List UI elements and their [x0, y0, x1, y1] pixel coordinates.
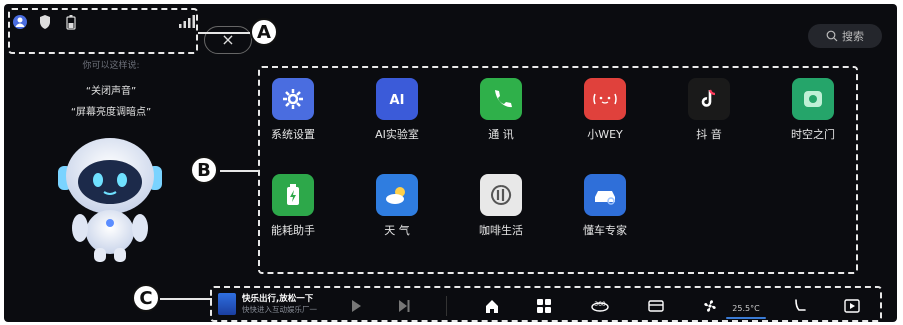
fan-icon — [704, 300, 716, 312]
weather-icon — [376, 174, 418, 216]
next-icon — [399, 300, 410, 312]
car-icon — [584, 174, 626, 216]
search-label: 搜索 — [842, 30, 864, 43]
app-label: 懂车专家 — [583, 224, 627, 237]
seat-icon — [648, 300, 664, 312]
callout-b-leader — [220, 170, 260, 172]
app-tile[interactable]: 抖 音 — [664, 78, 754, 142]
music-subtitle: 快快进入互动娱乐厂一 — [242, 304, 317, 314]
close-button[interactable]: × — [204, 26, 252, 54]
app-label: 咖啡生活 — [479, 224, 523, 237]
gear-icon — [272, 78, 314, 120]
svg-text:AI: AI — [390, 93, 405, 108]
home-button[interactable] — [480, 294, 504, 318]
home-icon — [486, 300, 498, 313]
app-tile[interactable]: 咖啡生活 — [456, 174, 546, 238]
screen-share-icon — [844, 299, 860, 313]
screen-share-button[interactable] — [840, 294, 864, 318]
app-tile[interactable]: 天 气 — [352, 174, 442, 238]
assistant-prompt: 你可以这样说: — [82, 61, 140, 71]
callout-b: B — [190, 156, 218, 184]
seat-heat-icon — [795, 299, 806, 311]
apps-button[interactable] — [532, 294, 556, 318]
temperature-readout[interactable]: 25.5°C — [726, 296, 766, 319]
music-album-icon — [218, 293, 236, 315]
app-label: AI实验室 — [375, 128, 419, 141]
app-label: 通 讯 — [488, 128, 514, 141]
app-label: 系统设置 — [271, 128, 315, 141]
battery-icon — [66, 15, 76, 30]
robot-avatar[interactable] — [50, 128, 170, 263]
status-bar-region — [8, 8, 198, 54]
app-label: 小WEY — [587, 128, 623, 141]
coffee-icon — [480, 174, 522, 216]
door-icon — [792, 78, 834, 120]
apps-icon — [537, 299, 551, 313]
app-label: 能耗助手 — [271, 224, 315, 237]
play-icon — [352, 300, 361, 312]
app-label: 天 气 — [384, 224, 410, 237]
signal-icon — [179, 15, 195, 28]
assistant-hint[interactable]: “关闭声音” — [44, 82, 178, 97]
seat-heat-button[interactable] — [788, 294, 812, 318]
fan-button[interactable] — [698, 294, 722, 318]
app-tile[interactable]: 小WEY — [560, 78, 650, 142]
temperature-bar — [726, 317, 766, 319]
app-label: 时空之门 — [791, 128, 835, 141]
close-icon: × — [221, 30, 235, 49]
tiktok-icon — [688, 78, 730, 120]
app-tile[interactable]: 时空之门 — [768, 78, 858, 142]
next-button[interactable] — [392, 294, 416, 318]
app-tile[interactable]: 懂车专家 — [560, 174, 650, 238]
search-icon — [826, 30, 838, 42]
user-icon[interactable] — [12, 14, 28, 30]
callout-a-leader — [198, 32, 250, 34]
music-widget[interactable]: 快乐出行,放松一下 快快进入互动娱乐厂一 — [218, 293, 317, 315]
phone-icon — [480, 78, 522, 120]
svg-text:360: 360 — [594, 301, 606, 308]
assistant-hint[interactable]: “屏幕亮度调暗点” — [44, 103, 178, 118]
seat-button[interactable] — [644, 294, 668, 318]
search-button[interactable]: 搜索 — [808, 24, 882, 48]
app-label: 抖 音 — [696, 128, 722, 141]
battery-charge-icon — [272, 174, 314, 216]
face-icon — [584, 78, 626, 120]
callout-a: A — [250, 18, 278, 46]
app-tile[interactable]: 通 讯 — [456, 78, 546, 142]
car-display-screen: × 搜索 你可以这样说: “关闭声音” “屏幕亮度调暗点” 系统设置 AI AI实验… — [4, 4, 897, 322]
taskbar-divider — [446, 296, 447, 316]
shield-icon — [40, 15, 50, 29]
callout-c: C — [132, 284, 160, 312]
music-title: 快乐出行,放松一下 — [242, 293, 314, 304]
callout-c-leader — [160, 298, 212, 300]
app-tile[interactable]: 能耗助手 — [248, 174, 338, 238]
360-icon: 360 — [591, 301, 609, 312]
360-camera-button[interactable]: 360 — [588, 294, 612, 318]
app-tile[interactable]: AI AI实验室 — [352, 78, 442, 142]
play-button[interactable] — [344, 294, 368, 318]
ai-icon: AI — [376, 78, 418, 120]
app-tile[interactable]: 系统设置 — [248, 78, 338, 142]
